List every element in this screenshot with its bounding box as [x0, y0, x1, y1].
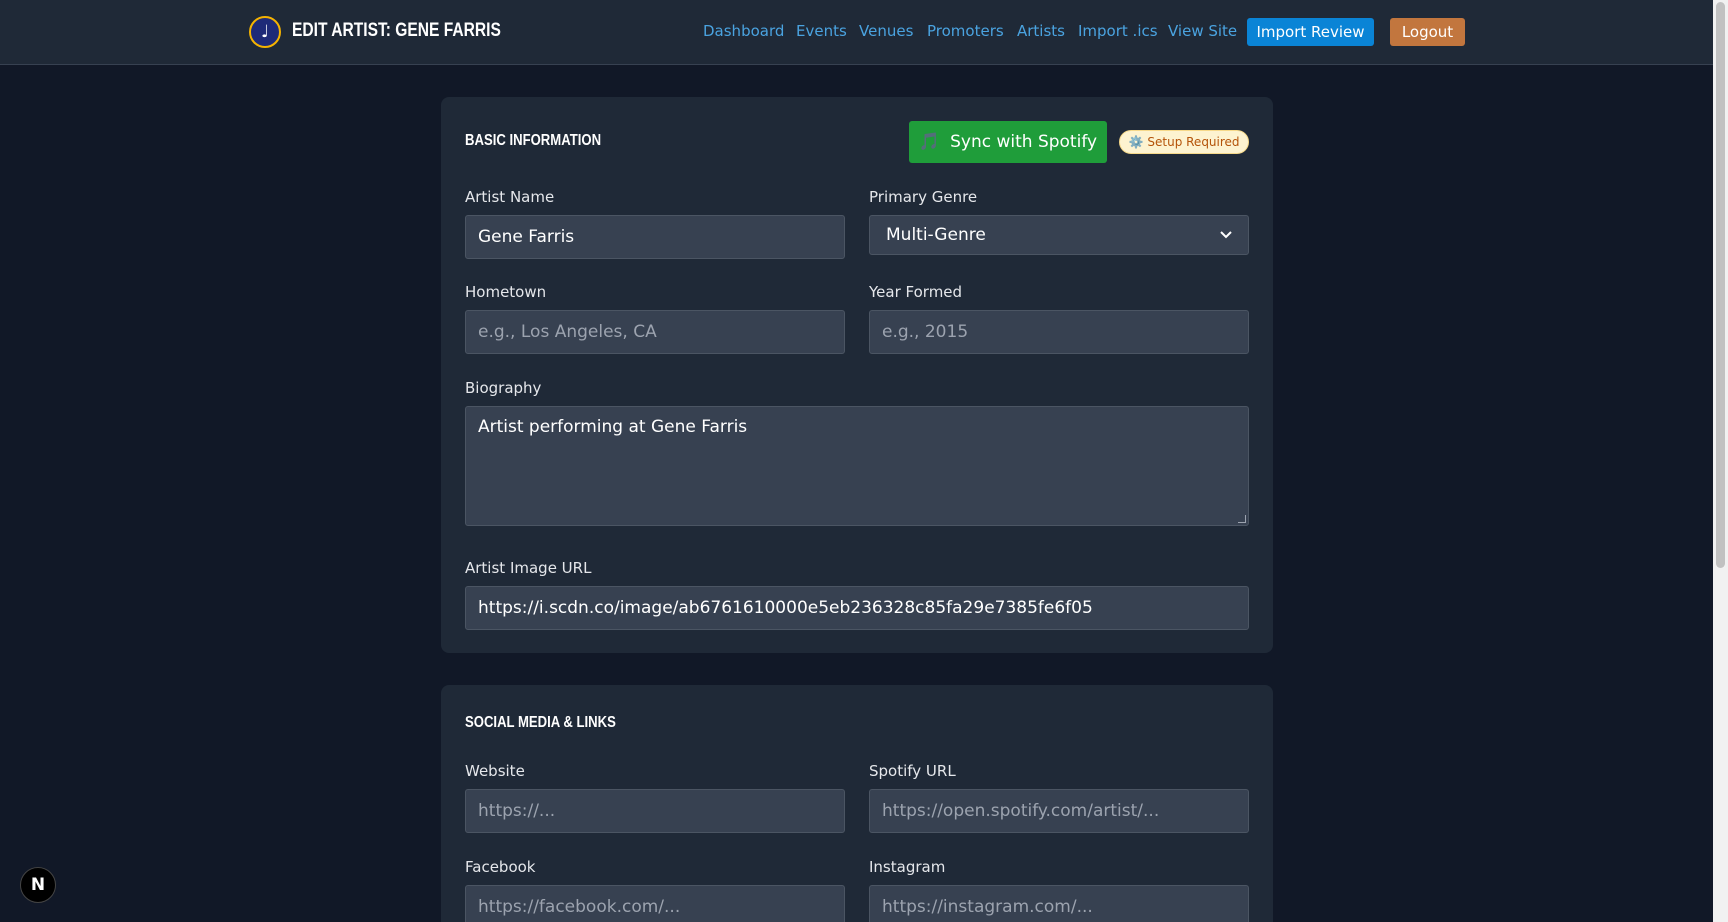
setup-required-label: Setup Required	[1147, 135, 1240, 149]
nav-dashboard[interactable]: Dashboard	[703, 22, 784, 40]
artist-name-label: Artist Name	[465, 188, 555, 206]
hometown-label: Hometown	[465, 283, 547, 301]
basic-information-card: BASIC INFORMATION 🎵 Sync with Spotify ⚙️…	[441, 97, 1273, 653]
primary-genre-select[interactable]: Multi-Genre	[869, 215, 1249, 255]
artist-image-url-input[interactable]: https://i.scdn.co/image/ab6761610000e5eb…	[465, 586, 1249, 630]
nav-import-ics[interactable]: Import .ics	[1078, 22, 1158, 40]
instagram-label: Instagram	[869, 858, 946, 876]
sync-with-spotify-button[interactable]: 🎵 Sync with Spotify	[909, 121, 1107, 163]
setup-required-badge: ⚙️ Setup Required	[1119, 130, 1249, 154]
basic-information-heading: BASIC INFORMATION	[465, 132, 602, 149]
spotify-url-label: Spotify URL	[869, 762, 956, 780]
logout-button[interactable]: Logout	[1390, 18, 1465, 46]
social-media-card: SOCIAL MEDIA & LINKS Website https://...…	[441, 685, 1273, 922]
scrollbar-thumb[interactable]	[1716, 2, 1725, 568]
biography-text: Artist performing at Gene Farris	[478, 417, 748, 437]
nav-venues[interactable]: Venues	[859, 22, 913, 40]
social-media-heading: SOCIAL MEDIA & LINKS	[465, 714, 616, 731]
sync-with-spotify-label: Sync with Spotify	[950, 132, 1098, 152]
spotify-url-input[interactable]: https://open.spotify.com/artist/...	[869, 789, 1249, 833]
page-title: EDIT ARTIST: GENE FARRIS	[292, 20, 501, 41]
nav-view-site[interactable]: View Site	[1168, 22, 1237, 40]
nav-promoters[interactable]: Promoters	[927, 22, 1004, 40]
hometown-input[interactable]: e.g., Los Angeles, CA	[465, 310, 845, 354]
year-formed-label: Year Formed	[869, 283, 963, 301]
nav-events[interactable]: Events	[796, 22, 847, 40]
biography-textarea[interactable]: Artist performing at Gene Farris	[465, 406, 1249, 526]
biography-label: Biography	[465, 379, 542, 397]
page-scrollbar[interactable]	[1713, 0, 1728, 922]
year-formed-input[interactable]: e.g., 2015	[869, 310, 1249, 354]
website-label: Website	[465, 762, 525, 780]
artist-name-input[interactable]: Gene Farris	[465, 215, 845, 259]
primary-genre-value: Multi-Genre	[886, 225, 986, 245]
instagram-input[interactable]: https://instagram.com/...	[869, 885, 1249, 922]
nav-artists[interactable]: Artists	[1017, 22, 1065, 40]
resize-handle-icon[interactable]	[1238, 515, 1246, 523]
facebook-input[interactable]: https://facebook.com/...	[465, 885, 845, 922]
nextjs-dev-badge[interactable]: N	[20, 867, 56, 903]
import-review-button[interactable]: Import Review	[1247, 18, 1374, 46]
artist-image-url-label: Artist Image URL	[465, 559, 592, 577]
primary-genre-label: Primary Genre	[869, 188, 978, 206]
gear-icon: ⚙️	[1128, 135, 1144, 149]
music-note-logo-icon[interactable]: ♩	[249, 16, 281, 48]
website-input[interactable]: https://...	[465, 789, 845, 833]
music-note-icon: 🎵	[918, 132, 941, 152]
facebook-label: Facebook	[465, 858, 536, 876]
top-nav-bar: ♩ EDIT ARTIST: GENE FARRIS Dashboard Eve…	[0, 0, 1713, 65]
chevron-down-icon	[1220, 231, 1232, 239]
